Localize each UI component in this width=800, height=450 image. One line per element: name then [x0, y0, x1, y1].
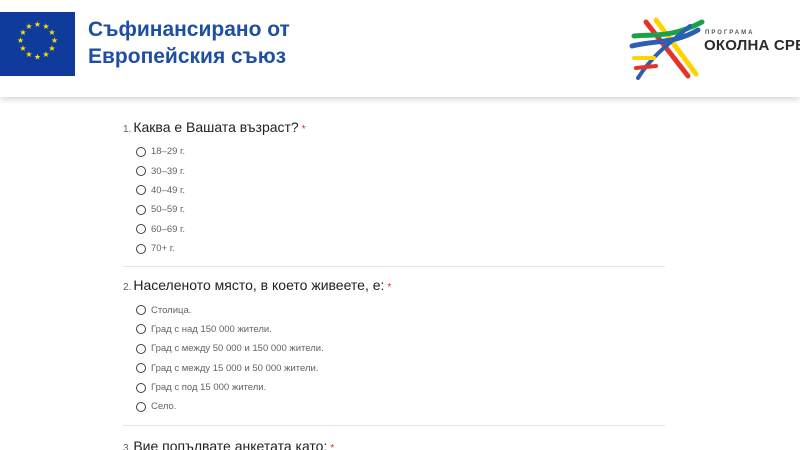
question-title: 3. Вие попълвате анкетата като: * — [123, 438, 665, 450]
option-70-plus[interactable]: 70+ г. — [123, 239, 665, 258]
radio-button[interactable] — [136, 146, 146, 157]
question-text: Каква е Вашата възраст? — [133, 119, 299, 135]
eu-flag-icon: ★ ★ ★ ★ ★ ★ ★ ★ ★ ★ ★ ★ — [0, 12, 75, 76]
radio-button[interactable] — [136, 224, 146, 235]
radio-button[interactable] — [136, 185, 146, 196]
option-label: 70+ г. — [151, 243, 175, 255]
radio-button[interactable] — [136, 401, 146, 412]
option-label: Столица. — [151, 304, 192, 316]
divider — [123, 424, 665, 426]
option-30-39[interactable]: 30–39 г. — [123, 161, 665, 180]
option-label: 60–69 г. — [151, 223, 186, 235]
question-title: 2. Населеното място, в което живеете, е:… — [123, 277, 665, 293]
radio-button[interactable] — [136, 382, 146, 393]
question-settlement: 2. Населеното място, в което живеете, е:… — [123, 277, 665, 416]
option-18-29[interactable]: 18–29 г. — [123, 142, 665, 161]
radio-button[interactable] — [136, 243, 146, 254]
option-village[interactable]: Село. — [123, 397, 665, 416]
radio-button[interactable] — [136, 343, 146, 354]
program-name: ОКОЛНА СРЕДА — [704, 37, 800, 54]
svg-text:★: ★ — [34, 20, 41, 29]
svg-text:★: ★ — [42, 50, 49, 59]
question-respondent-type: 3. Вие попълвате анкетата като: * — [123, 438, 665, 450]
program-label-small: ПРОГРАМА — [705, 30, 755, 36]
option-label: 50–59 г. — [151, 204, 186, 216]
radio-button[interactable] — [136, 204, 146, 215]
option-city-under-15k[interactable]: Град с под 15 000 жители. — [123, 378, 665, 397]
option-label: 30–39 г. — [151, 165, 186, 177]
option-city-over-150k[interactable]: Град с над 150 000 жители. — [123, 320, 665, 339]
required-marker: * — [387, 282, 392, 294]
option-capital[interactable]: Столица. — [123, 300, 665, 319]
option-label: Град с над 150 000 жители. — [151, 323, 272, 335]
svg-text:★: ★ — [25, 22, 32, 31]
option-label: Град с между 50 000 и 150 000 жители. — [151, 343, 324, 355]
svg-text:★: ★ — [19, 44, 26, 53]
eu-line-1: Съфинансирано от — [88, 18, 290, 41]
question-text: Вие попълвате анкетата като: — [133, 437, 328, 450]
question-number: 2. — [123, 282, 132, 294]
eu-cofunded-text: Съфинансирано от Европейския съюз — [88, 16, 290, 70]
question-number: 1. — [123, 124, 132, 135]
option-label: Село. — [151, 401, 177, 413]
question-age: 1. Каква е Вашата възраст? * 18–29 г. 30… — [123, 119, 665, 258]
required-marker: * — [301, 124, 306, 135]
svg-text:★: ★ — [17, 36, 24, 45]
radio-button[interactable] — [136, 305, 146, 316]
option-label: Град с между 15 000 и 50 000 жители. — [151, 362, 319, 374]
option-label: 18–29 г. — [151, 146, 186, 158]
option-city-50k-150k[interactable]: Град с между 50 000 и 150 000 жители. — [123, 339, 665, 358]
question-title: 1. Каква е Вашата възраст? * — [123, 119, 665, 135]
page-header: ★ ★ ★ ★ ★ ★ ★ ★ ★ ★ ★ ★ Съфинансирано от… — [0, 0, 800, 97]
option-city-15k-50k[interactable]: Град с между 15 000 и 50 000 жители. — [123, 359, 665, 378]
svg-text:★: ★ — [34, 53, 41, 62]
eu-line-2: Европейския съюз — [88, 45, 287, 68]
divider — [123, 266, 665, 268]
option-40-49[interactable]: 40–49 г. — [123, 181, 665, 200]
option-60-69[interactable]: 60–69 г. — [123, 220, 665, 239]
question-number: 3. — [123, 442, 132, 450]
option-50-59[interactable]: 50–59 г. — [123, 200, 665, 219]
option-label: Град с под 15 000 жители. — [151, 382, 267, 394]
question-text: Населеното място, в което живеете, е: — [133, 277, 385, 294]
option-label: 40–49 г. — [151, 184, 186, 196]
radio-button[interactable] — [136, 363, 146, 374]
radio-button[interactable] — [136, 324, 146, 335]
radio-button[interactable] — [136, 166, 146, 177]
required-marker: * — [330, 442, 335, 450]
survey-form: 1. Каква е Вашата възраст? * 18–29 г. 30… — [123, 97, 665, 450]
